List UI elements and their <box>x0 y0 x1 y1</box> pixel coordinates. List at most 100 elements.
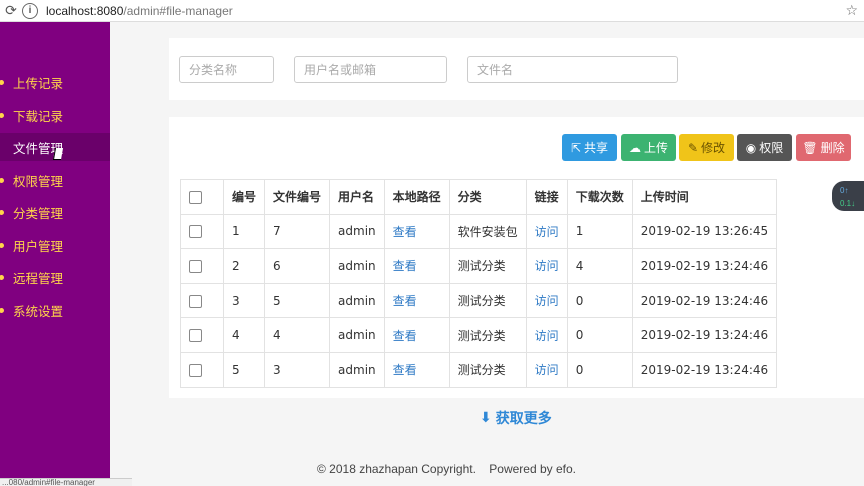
table-row[interactable]: 3 5 admin 查看 测试分类 访问 0 2019-02-19 13:24:… <box>180 282 778 319</box>
row-checkbox[interactable] <box>189 259 202 273</box>
id-cell: 2 <box>222 248 266 284</box>
view-path-link[interactable]: 查看 <box>383 282 450 319</box>
network-speed-widget[interactable]: 0↑ 0.1↓ <box>832 181 864 211</box>
file-table-panel: ⇱ 共享 ☁ 上传 ✎ 修改 ◉ 权限 🗑 删除 编号 文件编号 用户名 本地路径 分类 … <box>169 117 864 398</box>
cloud-upload-icon: ☁ <box>628 140 641 155</box>
upload-time-cell: 2019-02-19 13:24:46 <box>631 317 778 353</box>
upload-time-cell: 2019-02-19 13:26:45 <box>631 213 778 250</box>
visit-link[interactable]: 访问 <box>525 282 568 319</box>
filename-search-input[interactable] <box>467 56 678 83</box>
id-cell: 4 <box>222 317 266 353</box>
visit-link[interactable]: 访问 <box>525 213 568 250</box>
bullet-icon <box>0 274 4 280</box>
category-search-input[interactable] <box>179 56 274 83</box>
row-select-cell <box>180 213 224 250</box>
sidebar-item-label: 上传记录 <box>13 75 64 91</box>
load-more-button[interactable]: ⬇ 获取更多 <box>480 408 552 428</box>
download-speed: 0.1↓ <box>840 199 856 208</box>
eye-slash-icon: ◉ <box>745 140 757 155</box>
view-path-link[interactable]: 查看 <box>383 213 450 250</box>
sidebar-item-label: 权限管理 <box>13 173 64 189</box>
view-path-link[interactable]: 查看 <box>383 317 450 353</box>
footer-text: © 2018 zhazhapan Copyright. Powered by e… <box>317 462 577 476</box>
row-checkbox[interactable] <box>189 294 202 308</box>
sidebar-item-settings[interactable]: 系统设置 <box>0 296 110 324</box>
table-row[interactable]: 5 3 admin 查看 测试分类 访问 0 2019-02-19 13:24:… <box>180 351 778 388</box>
user-cell: admin <box>329 317 385 353</box>
row-checkbox[interactable] <box>189 329 202 343</box>
visit-link[interactable]: 访问 <box>525 248 568 284</box>
sidebar-item-label: 系统设置 <box>13 303 64 319</box>
downloads-cell: 0 <box>566 282 633 319</box>
select-all-cell <box>180 179 224 215</box>
select-all-checkbox[interactable] <box>189 190 202 204</box>
sidebar-item-categories[interactable]: 分类管理 <box>0 198 110 226</box>
table-row[interactable]: 2 6 admin 查看 测试分类 访问 4 2019-02-19 13:24:… <box>180 248 778 284</box>
file-table: 编号 文件编号 用户名 本地路径 分类 链接 下载次数 上传时间 1 7 adm… <box>180 179 778 388</box>
column-header[interactable]: 下载次数 <box>566 179 633 215</box>
user-cell: admin <box>329 351 385 388</box>
category-cell: 测试分类 <box>448 351 527 388</box>
sidebar-item-users[interactable]: 用户管理 <box>0 231 110 259</box>
visit-link[interactable]: 访问 <box>525 317 568 353</box>
column-header[interactable]: 上传时间 <box>631 179 778 215</box>
column-header[interactable]: 链接 <box>525 179 568 215</box>
browser-address-bar: ⟳ i localhost:8080/admin#file-manager ☆ <box>0 0 864 22</box>
bullet-icon <box>0 79 4 85</box>
table-row[interactable]: 4 4 admin 查看 测试分类 访问 0 2019-02-19 13:24:… <box>180 317 778 353</box>
row-checkbox[interactable] <box>189 225 202 239</box>
downloads-cell: 0 <box>566 317 633 353</box>
sidebar-item-upload-records[interactable]: 上传记录 <box>0 68 110 96</box>
upload-time-cell: 2019-02-19 13:24:46 <box>631 248 778 284</box>
wrench-icon: ✎ <box>687 140 699 155</box>
category-cell: 测试分类 <box>448 282 527 319</box>
table-header-row: 编号 文件编号 用户名 本地路径 分类 链接 下载次数 上传时间 <box>180 179 778 215</box>
upload-button[interactable]: ☁ 上传 <box>621 134 676 161</box>
id-cell: 5 <box>222 351 266 388</box>
sidebar-item-permissions[interactable]: 权限管理 <box>0 166 110 194</box>
user-cell: admin <box>329 282 385 319</box>
info-icon[interactable]: i <box>22 2 38 19</box>
column-header[interactable]: 分类 <box>448 179 527 215</box>
upload-speed: 0↑ <box>840 186 849 195</box>
column-header[interactable]: 编号 <box>222 179 266 215</box>
edit-button[interactable]: ✎ 修改 <box>679 134 734 161</box>
permission-button[interactable]: ◉ 权限 <box>737 134 792 161</box>
sidebar: 上传记录 下载记录 文件管理 权限管理 分类管理 用户管理 远程管理 系统设置 <box>0 22 110 486</box>
user-search-input[interactable] <box>294 56 447 83</box>
user-cell: admin <box>329 248 385 284</box>
view-path-link[interactable]: 查看 <box>383 248 450 284</box>
column-header[interactable]: 文件编号 <box>264 179 331 215</box>
sidebar-item-remote[interactable]: 远程管理 <box>0 263 110 291</box>
row-select-cell <box>180 317 224 353</box>
file-id-cell: 6 <box>264 248 331 284</box>
row-select-cell <box>180 351 224 388</box>
reload-icon[interactable]: ⟳ <box>0 2 22 19</box>
sidebar-item-download-records[interactable]: 下载记录 <box>0 101 110 129</box>
view-path-link[interactable]: 查看 <box>383 351 450 388</box>
arrow-down-icon: ⬇ <box>480 410 492 426</box>
category-cell: 测试分类 <box>448 248 527 284</box>
sidebar-item-label: 分类管理 <box>13 205 64 221</box>
visit-link[interactable]: 访问 <box>525 351 568 388</box>
trash-icon: 🗑 <box>802 140 818 155</box>
url-field[interactable]: localhost:8080/admin#file-manager <box>46 4 233 18</box>
bullet-icon <box>0 112 4 118</box>
row-checkbox[interactable] <box>189 363 202 377</box>
bookmark-star-icon[interactable]: ☆ <box>845 2 858 19</box>
downloads-cell: 1 <box>566 213 633 250</box>
delete-button[interactable]: 🗑 删除 <box>796 134 851 161</box>
upload-time-cell: 2019-02-19 13:24:46 <box>631 282 778 319</box>
id-cell: 1 <box>222 213 266 250</box>
column-header[interactable]: 用户名 <box>329 179 385 215</box>
downloads-cell: 0 <box>566 351 633 388</box>
user-cell: admin <box>329 213 385 250</box>
bullet-icon <box>0 242 4 248</box>
sidebar-item-label: 下载记录 <box>13 108 64 124</box>
sidebar-item-label: 用户管理 <box>13 238 64 254</box>
column-header[interactable]: 本地路径 <box>383 179 450 215</box>
file-id-cell: 7 <box>264 213 331 250</box>
table-row[interactable]: 1 7 admin 查看 软件安装包 访问 1 2019-02-19 13:26… <box>180 213 778 250</box>
upload-time-cell: 2019-02-19 13:24:46 <box>631 351 778 388</box>
share-button[interactable]: ⇱ 共享 <box>562 134 617 161</box>
